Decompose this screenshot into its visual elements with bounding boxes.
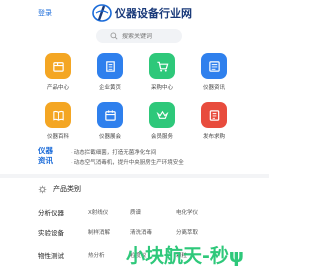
site-logo[interactable]: 仪器设备行业网: [92, 3, 192, 23]
nav-grid-row-2: 仪器百科 仪器展会 会员服务 发布求购: [38, 102, 234, 140]
nav-grid: 产品中心 企业黄页 采购中心 仪器资讯 仪器百科 仪器展会 会员服务 发布求购: [38, 53, 234, 151]
box-icon: [52, 61, 64, 72]
news-ticker: 仪器 资讯 ·动态拦截细菌，打造无菌净化车间 ·动态空气消毒机，提升中央厨房生产…: [38, 146, 238, 168]
logo-mark-icon: [92, 4, 112, 22]
nav-item-exhibition[interactable]: 仪器展会: [90, 102, 130, 140]
category-section-title: 产品类别: [53, 185, 81, 193]
site-name: 仪器设备行业网: [115, 7, 192, 20]
category-section-header: 产品类别: [38, 184, 81, 194]
category-item[interactable]: 制样消解: [88, 228, 110, 236]
calendar-icon: [104, 109, 116, 121]
nav-item-product-center[interactable]: 产品中心: [38, 53, 78, 91]
nav-item-purchase-center[interactable]: 采购中心: [142, 53, 182, 91]
nav-item-label: 仪器资讯: [202, 85, 225, 91]
category-item[interactable]: 热分析: [88, 251, 105, 259]
search-icon: [110, 32, 118, 40]
product-tile: [45, 53, 71, 79]
category-row: 分析仪器 X射线仪 质谱 电化学仪: [38, 207, 238, 219]
encyclopedia-tile: [45, 102, 71, 128]
exhibition-tile: [97, 102, 123, 128]
news-icon: [208, 60, 220, 72]
news-item[interactable]: ·动态空气消毒机，提升中央厨房生产环境安全: [71, 158, 184, 166]
building-icon: [105, 60, 115, 72]
news-item-text: 动态拦截细菌，打造无菌净化车间: [73, 150, 157, 156]
vip-icon: [156, 110, 168, 119]
news-item-text: 动态空气消毒机，提升中央厨房生产环境安全: [73, 160, 184, 166]
nav-item-member-service[interactable]: 会员服务: [142, 102, 182, 140]
post-icon: [209, 109, 219, 121]
category-item[interactable]: 清洗消毒: [130, 228, 152, 236]
nav-item-company-directory[interactable]: 企业黄页: [90, 53, 130, 91]
nav-item-label: 会员服务: [150, 134, 173, 140]
search-input[interactable]: [122, 32, 178, 40]
nav-item-post-request[interactable]: 发布求购: [194, 102, 234, 140]
news-tile: [201, 53, 227, 79]
category-head[interactable]: 分析仪器: [38, 207, 64, 217]
nav-item-instrument-news[interactable]: 仪器资讯: [194, 53, 234, 91]
member-tile: [149, 102, 175, 128]
bullet-icon: ·: [71, 150, 73, 156]
nav-item-label: 发布求购: [202, 134, 225, 140]
category-item[interactable]: X射线仪: [88, 208, 108, 216]
nav-grid-row-1: 产品中心 企业黄页 采购中心 仪器资讯: [38, 53, 234, 91]
post-tile: [201, 102, 227, 128]
header: 登录 仪器设备行业网: [0, 0, 269, 26]
category-row: 实验设备 制样消解 清洗消毒 分离萃取: [38, 227, 238, 239]
gear-icon: [38, 185, 47, 193]
nav-item-encyclopedia[interactable]: 仪器百科: [38, 102, 78, 140]
category-head[interactable]: 物性测试: [38, 250, 64, 260]
news-badge: 仪器 资讯: [38, 146, 60, 166]
login-link[interactable]: 登录: [38, 8, 52, 18]
nav-item-label: 产品中心: [46, 85, 69, 91]
news-badge-bottom: 资讯: [38, 156, 53, 165]
company-tile: [97, 53, 123, 79]
category-head[interactable]: 实验设备: [38, 227, 64, 237]
nav-item-label: 采购中心: [150, 85, 173, 91]
news-item[interactable]: ·动态拦截细菌，打造无菌净化车间: [71, 148, 156, 156]
category-item[interactable]: 质谱: [130, 208, 141, 216]
book-icon: [52, 110, 64, 121]
category-item[interactable]: 分离萃取: [176, 228, 198, 236]
section-divider: [0, 174, 269, 178]
cart-icon: [156, 61, 168, 72]
nav-item-label: 企业黄页: [98, 85, 121, 91]
nav-item-label: 仪器展会: [98, 134, 121, 140]
category-item[interactable]: 电化学仪: [176, 208, 198, 216]
search-bar[interactable]: [96, 29, 182, 43]
nav-item-label: 仪器百科: [46, 134, 69, 140]
news-badge-top: 仪器: [38, 146, 53, 155]
watermark-overlay: 小块航天-秒ψ: [126, 245, 244, 267]
bullet-icon: ·: [71, 160, 73, 166]
purchase-tile: [149, 53, 175, 79]
